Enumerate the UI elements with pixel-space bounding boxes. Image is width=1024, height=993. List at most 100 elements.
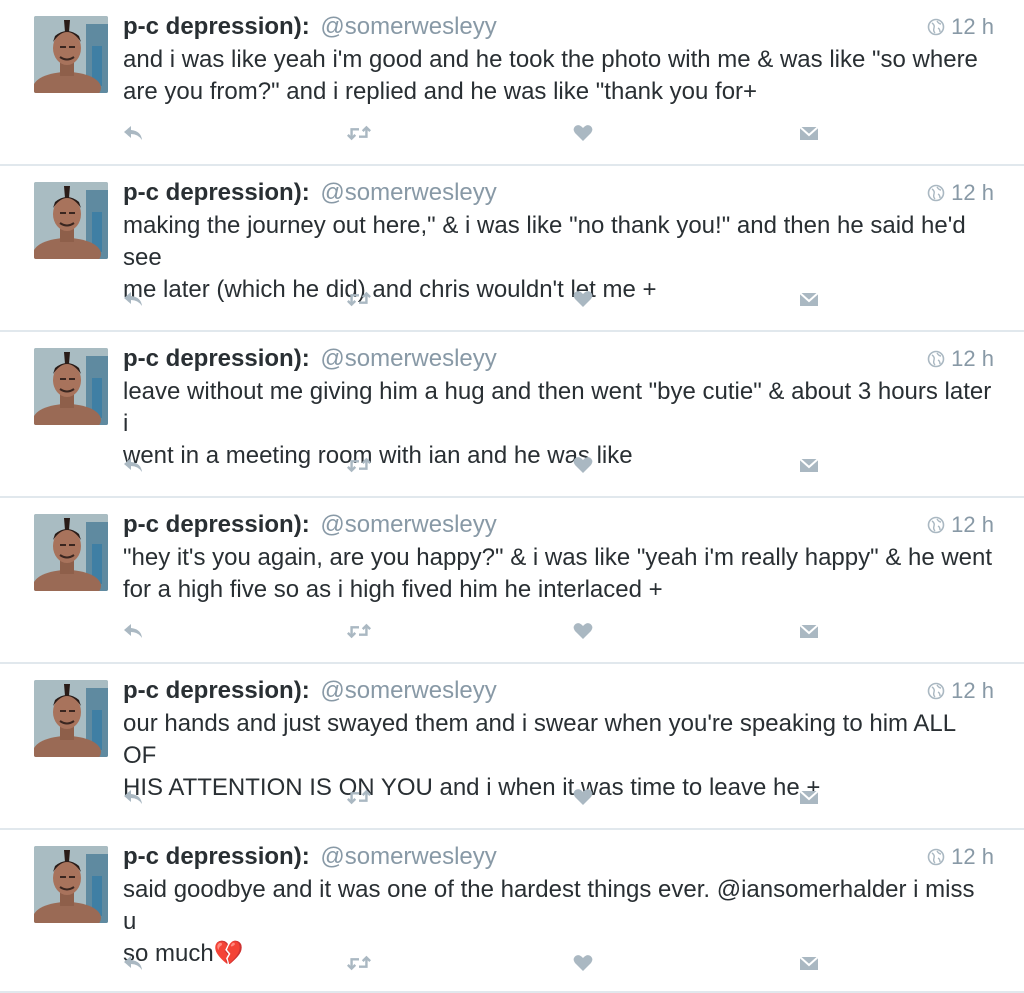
display-name[interactable]: p-c depression): (123, 677, 310, 704)
avatar[interactable] (34, 514, 108, 591)
timestamp[interactable]: 12 h (927, 508, 994, 542)
tweet[interactable]: p-c depression): @somerwesleyy 12 h "hey… (0, 498, 1024, 664)
username-handle[interactable]: @somerwesleyy (320, 345, 496, 372)
tweet-header: p-c depression): @somerwesleyy 12 h (123, 508, 994, 542)
timestamp[interactable]: 12 h (927, 10, 994, 44)
like-button[interactable] (570, 784, 596, 810)
tweet-header: p-c depression): @somerwesleyy 12 h (123, 342, 994, 376)
reply-icon (124, 458, 142, 472)
heart-icon (573, 955, 593, 971)
retweet-button[interactable] (346, 784, 372, 810)
tweet[interactable]: p-c depression): @somerwesleyy 12 h leav… (0, 332, 1024, 498)
avatar[interactable] (34, 182, 108, 259)
username-handle[interactable]: @somerwesleyy (320, 13, 496, 40)
tweet[interactable]: p-c depression): @somerwesleyy 12 h and … (0, 0, 1024, 166)
display-name[interactable]: p-c depression): (123, 511, 310, 538)
like-button[interactable] (570, 120, 596, 146)
retweet-icon (347, 623, 371, 639)
reply-icon (124, 624, 142, 638)
timestamp-text: 12 h (951, 346, 994, 371)
direct-message-button[interactable] (796, 784, 822, 810)
globe-icon (927, 18, 945, 36)
like-button[interactable] (570, 950, 596, 976)
timestamp-text: 12 h (951, 844, 994, 869)
tweet-header: p-c depression): @somerwesleyy 12 h (123, 840, 994, 874)
tweet-header: p-c depression): @somerwesleyy 12 h (123, 674, 994, 708)
like-button[interactable] (570, 618, 596, 644)
retweet-button[interactable] (346, 286, 372, 312)
timestamp-text: 12 h (951, 678, 994, 703)
globe-icon (927, 350, 945, 368)
reply-icon (124, 790, 142, 804)
avatar[interactable] (34, 846, 108, 923)
direct-message-icon (799, 956, 819, 970)
retweet-icon (347, 457, 371, 473)
username-handle[interactable]: @somerwesleyy (320, 511, 496, 538)
tweet[interactable]: p-c depression): @somerwesleyy 12 h our … (0, 664, 1024, 830)
globe-icon (927, 184, 945, 202)
retweet-icon (347, 125, 371, 141)
direct-message-icon (799, 790, 819, 804)
tweet-actions (0, 120, 1024, 146)
avatar[interactable] (34, 16, 108, 93)
heart-icon (573, 291, 593, 307)
display-name[interactable]: p-c depression): (123, 179, 310, 206)
heart-icon (573, 125, 593, 141)
tweet-actions (0, 784, 1024, 810)
retweet-button[interactable] (346, 452, 372, 478)
tweet-actions (0, 618, 1024, 644)
like-button[interactable] (570, 452, 596, 478)
tweet-text: "hey it's you again, are you happy?" & i… (123, 544, 993, 603)
reply-button[interactable] (120, 784, 146, 810)
display-name[interactable]: p-c depression): (123, 843, 310, 870)
timestamp-text: 12 h (951, 180, 994, 205)
retweet-button[interactable] (346, 618, 372, 644)
globe-icon (927, 516, 945, 534)
timestamp[interactable]: 12 h (927, 342, 994, 376)
tweet-actions (0, 950, 1024, 976)
reply-button[interactable] (120, 120, 146, 146)
reply-button[interactable] (120, 618, 146, 644)
direct-message-button[interactable] (796, 950, 822, 976)
reply-button[interactable] (120, 950, 146, 976)
direct-message-button[interactable] (796, 452, 822, 478)
direct-message-icon (799, 458, 819, 472)
direct-message-button[interactable] (796, 120, 822, 146)
retweet-icon (347, 789, 371, 805)
direct-message-button[interactable] (796, 618, 822, 644)
username-handle[interactable]: @somerwesleyy (320, 677, 496, 704)
timestamp[interactable]: 12 h (927, 176, 994, 210)
direct-message-icon (799, 624, 819, 638)
retweet-button[interactable] (346, 950, 372, 976)
globe-icon (927, 682, 945, 700)
timestamp-text: 12 h (951, 14, 994, 39)
reply-button[interactable] (120, 452, 146, 478)
tweet[interactable]: p-c depression): @somerwesleyy 12 h said… (0, 830, 1024, 993)
avatar[interactable] (34, 348, 108, 425)
reply-icon (124, 126, 142, 140)
heart-icon (573, 457, 593, 473)
direct-message-button[interactable] (796, 286, 822, 312)
reply-button[interactable] (120, 286, 146, 312)
like-button[interactable] (570, 286, 596, 312)
tweet-actions (0, 452, 1024, 478)
tweet-actions (0, 286, 1024, 312)
username-handle[interactable]: @somerwesleyy (320, 179, 496, 206)
retweet-button[interactable] (346, 120, 372, 146)
display-name[interactable]: p-c depression): (123, 13, 310, 40)
tweet[interactable]: p-c depression): @somerwesleyy 12 h maki… (0, 166, 1024, 332)
avatar[interactable] (34, 680, 108, 757)
retweet-icon (347, 291, 371, 307)
display-name[interactable]: p-c depression): (123, 345, 310, 372)
timestamp-text: 12 h (951, 512, 994, 537)
username-handle[interactable]: @somerwesleyy (320, 843, 496, 870)
reply-icon (124, 956, 142, 970)
reply-icon (124, 292, 142, 306)
direct-message-icon (799, 126, 819, 140)
tweet-header: p-c depression): @somerwesleyy 12 h (123, 176, 994, 210)
timeline: p-c depression): @somerwesleyy 12 h and … (0, 0, 1024, 993)
direct-message-icon (799, 292, 819, 306)
timestamp[interactable]: 12 h (927, 674, 994, 708)
heart-icon (573, 789, 593, 805)
timestamp[interactable]: 12 h (927, 840, 994, 874)
